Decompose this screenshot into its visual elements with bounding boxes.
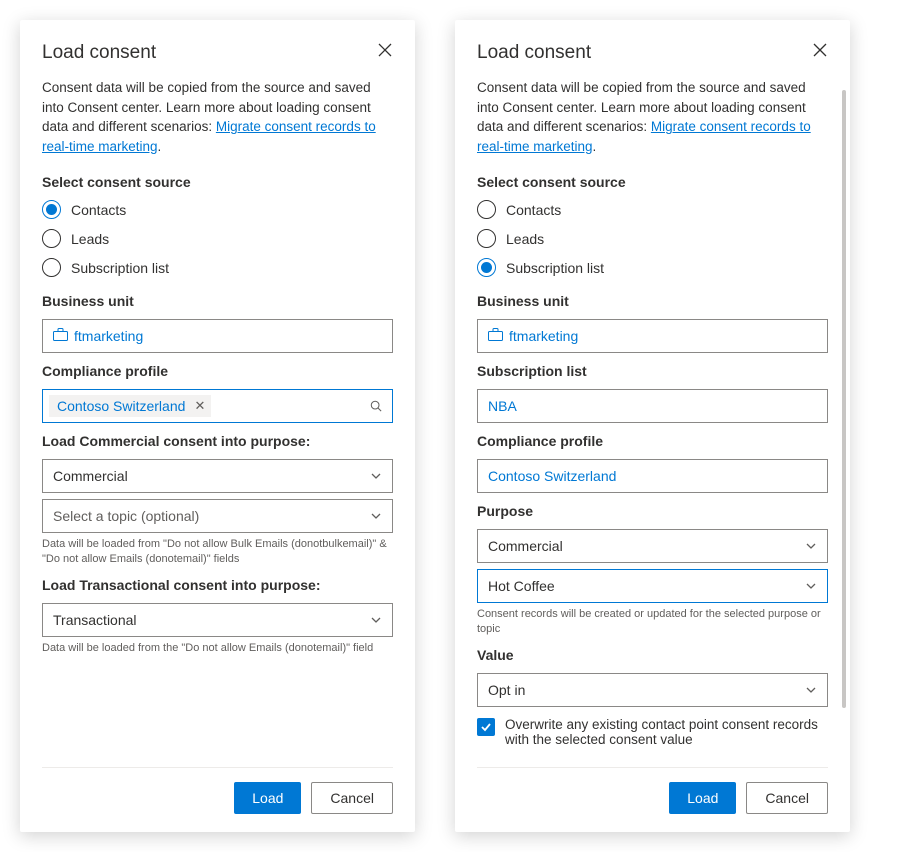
chevron-down-icon [805,580,817,592]
select-source-label: Select consent source [477,174,828,190]
business-unit-label: Business unit [42,293,393,309]
panel-title: Load consent [477,42,591,64]
load-consent-panel-subscription: Load consent Consent data will be copied… [455,20,850,832]
chevron-down-icon [370,614,382,626]
radio-icon [477,258,496,277]
value-label: Value [477,647,828,663]
radio-contacts[interactable]: Contacts [477,200,828,219]
commercial-helper-text: Data will be loaded from "Do not allow B… [42,537,393,567]
radio-contacts[interactable]: Contacts [42,200,393,219]
purpose-label: Purpose [477,503,828,519]
panel-description: Consent data will be copied from the sou… [477,78,828,156]
compliance-profile-chip: Contoso Switzerland ✕ [49,395,211,417]
load-button[interactable]: Load [669,782,736,814]
commercial-purpose-label: Load Commercial consent into purpose: [42,433,393,449]
purpose-helper-text: Consent records will be created or updat… [477,607,828,637]
topic-select[interactable]: Hot Coffee [477,569,828,603]
radio-subscription-list[interactable]: Subscription list [477,258,828,277]
business-unit-field[interactable]: ftmarketing [42,319,393,353]
close-icon[interactable] [377,42,393,58]
panel-title: Load consent [42,42,156,64]
scrollbar[interactable] [842,90,846,762]
transactional-purpose-select[interactable]: Transactional [42,603,393,637]
value-select[interactable]: Opt in [477,673,828,707]
load-consent-panel-contacts: Load consent Consent data will be copied… [20,20,415,832]
radio-icon [42,258,61,277]
briefcase-icon [53,328,68,344]
overwrite-checkbox-row[interactable]: Overwrite any existing contact point con… [477,717,828,747]
cancel-button[interactable]: Cancel [746,782,828,814]
load-button[interactable]: Load [234,782,301,814]
compliance-profile-label: Compliance profile [42,363,393,379]
radio-icon [42,229,61,248]
select-source-label: Select consent source [42,174,393,190]
chevron-down-icon [805,684,817,696]
radio-subscription-list[interactable]: Subscription list [42,258,393,277]
business-unit-field[interactable]: ftmarketing [477,319,828,353]
compliance-profile-field[interactable]: Contoso Switzerland [477,459,828,493]
radio-icon [477,200,496,219]
purpose-select[interactable]: Commercial [477,529,828,563]
search-icon[interactable] [370,400,382,412]
briefcase-icon [488,328,503,344]
remove-chip-icon[interactable]: ✕ [195,398,206,414]
chevron-down-icon [370,470,382,482]
chevron-down-icon [805,540,817,552]
commercial-topic-select[interactable]: Select a topic (optional) [42,499,393,533]
close-icon[interactable] [812,42,828,58]
compliance-profile-label: Compliance profile [477,433,828,449]
panel-description: Consent data will be copied from the sou… [42,78,393,156]
chevron-down-icon [370,510,382,522]
radio-leads[interactable]: Leads [477,229,828,248]
commercial-purpose-select[interactable]: Commercial [42,459,393,493]
transactional-helper-text: Data will be loaded from the "Do not all… [42,641,393,656]
radio-icon [42,200,61,219]
transactional-purpose-label: Load Transactional consent into purpose: [42,577,393,593]
subscription-list-field[interactable]: NBA [477,389,828,423]
cancel-button[interactable]: Cancel [311,782,393,814]
checkbox-checked-icon [477,718,495,736]
overwrite-checkbox-label: Overwrite any existing contact point con… [505,717,828,747]
radio-icon [477,229,496,248]
radio-leads[interactable]: Leads [42,229,393,248]
business-unit-label: Business unit [477,293,828,309]
subscription-list-label: Subscription list [477,363,828,379]
compliance-profile-lookup[interactable]: Contoso Switzerland ✕ [42,389,393,423]
